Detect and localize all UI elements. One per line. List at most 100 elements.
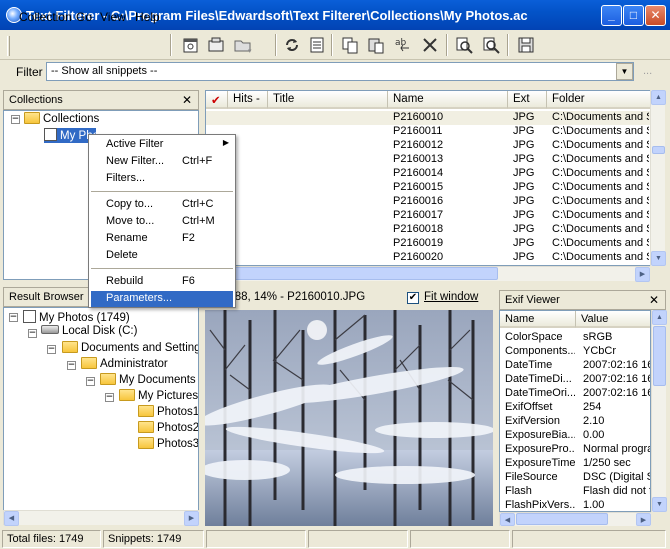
list-item[interactable]: ExposurePro... Normal progra	[500, 443, 650, 457]
exif-column-value[interactable]: Value	[576, 311, 650, 328]
tree-item-local-disk[interactable]: Local Disk (C:)	[41, 325, 137, 337]
table-row[interactable]: P2160010 JPG C:\Documents and Settings	[206, 111, 650, 125]
scroll-right-icon[interactable]: ▶	[636, 513, 651, 526]
table-row[interactable]: P2160020 JPG C:\Documents and Settings	[206, 251, 650, 265]
save-button[interactable]	[515, 34, 537, 56]
column-header-hits[interactable]: Hits -	[228, 91, 268, 109]
menu-go[interactable]: Go	[76, 10, 92, 24]
table-row[interactable]: P2160017 JPG C:\Documents and Settings	[206, 209, 650, 223]
tree-item-my-photos-root[interactable]: My Photos (1749)	[23, 310, 130, 324]
table-row[interactable]: P2160013 JPG C:\Documents and Settings	[206, 153, 650, 167]
tree-item-my-pictures[interactable]: My Pictures	[119, 389, 198, 402]
tree-item-collections[interactable]: Collections	[24, 112, 99, 125]
refresh-button[interactable]	[281, 34, 303, 56]
result-browser-horizontal-scrollbar[interactable]: ◀ ▶	[3, 510, 199, 526]
scroll-left-icon[interactable]: ◀	[4, 511, 19, 526]
menu-help[interactable]: Help	[135, 10, 160, 24]
table-row[interactable]: P2160015 JPG C:\Documents and Settings	[206, 181, 650, 195]
menu-item-new-filter[interactable]: New Filter... Ctrl+F	[91, 154, 233, 170]
close-icon[interactable]: ✕	[182, 93, 192, 107]
list-item[interactable]: ExifVersion 2.10	[500, 415, 650, 429]
minimize-button[interactable]: _	[601, 5, 622, 26]
column-header-title[interactable]: Title	[268, 91, 388, 109]
table-row[interactable]: P2160016 JPG C:\Documents and Settings	[206, 195, 650, 209]
list-item[interactable]: DateTime 2007:02:16 16	[500, 359, 650, 373]
collapse-icon[interactable]: −	[28, 327, 37, 339]
scroll-up-icon[interactable]: ▲	[652, 310, 667, 325]
table-row[interactable]: P2160018 JPG C:\Documents and Settings	[206, 223, 650, 237]
list-item[interactable]: Components... YCbCr	[500, 345, 650, 359]
menu-item-rebuild[interactable]: Rebuild F6	[91, 274, 233, 290]
checklist-button[interactable]	[306, 34, 328, 56]
scroll-thumb[interactable]	[652, 146, 665, 154]
collapse-icon[interactable]: −	[11, 113, 20, 125]
scroll-thumb[interactable]	[516, 513, 608, 525]
copy-button[interactable]	[339, 34, 361, 56]
exif-horizontal-scrollbar[interactable]: ◀ ▶	[499, 512, 651, 526]
exif-vertical-scrollbar[interactable]: ▲ ▼	[651, 310, 667, 512]
list-item[interactable]: DateTimeOri... 2007:02:16 16	[500, 387, 650, 401]
list-item[interactable]: FileSource DSC (Digital S	[500, 471, 650, 485]
column-header-name[interactable]: Name	[388, 91, 508, 109]
menu-item-copy-to[interactable]: Copy to... Ctrl+C	[91, 197, 233, 213]
tree-item-documents-and-settings[interactable]: Documents and Settings	[62, 341, 198, 354]
tree-item-photos1[interactable]: Photos1	[138, 405, 198, 418]
table-row[interactable]: P2160014 JPG C:\Documents and Settings	[206, 167, 650, 181]
open-folder-button[interactable]: ▾	[232, 34, 254, 56]
list-item[interactable]: ExposureTime 1/250 sec	[500, 457, 650, 471]
check-column-header[interactable]: ✔	[206, 91, 228, 109]
scroll-up-icon[interactable]: ▲	[651, 90, 666, 105]
collapse-icon[interactable]: −	[86, 375, 95, 387]
view-image-button[interactable]	[453, 34, 475, 56]
menu-collection[interactable]: Collection	[19, 10, 72, 24]
collapse-icon[interactable]: −	[67, 359, 76, 371]
delete-button[interactable]	[419, 34, 441, 56]
table-row[interactable]: P2160012 JPG C:\Documents and Settings	[206, 139, 650, 153]
chevron-down-icon[interactable]: ▼	[616, 63, 633, 80]
list-item[interactable]: ExifOffset 254	[500, 401, 650, 415]
new-collection-button[interactable]	[180, 34, 202, 56]
close-button[interactable]: ✕	[645, 5, 666, 26]
tree-item-photos2[interactable]: Photos2	[138, 421, 198, 434]
collapse-icon[interactable]: −	[47, 343, 56, 355]
scroll-thumb[interactable]	[226, 267, 498, 280]
tree-item-photos3[interactable]: Photos3	[138, 437, 198, 450]
grid-vertical-scrollbar[interactable]: ▲ ▼	[650, 90, 666, 266]
scroll-left-icon[interactable]: ◀	[500, 513, 515, 526]
filter-select[interactable]: -- Show all snippets --	[46, 62, 634, 81]
list-item[interactable]: DateTimeDi... 2007:02:16 16	[500, 373, 650, 387]
open-collection-button[interactable]	[206, 34, 228, 56]
menu-item-move-to[interactable]: Move to... Ctrl+M	[91, 214, 233, 230]
filter-more-button[interactable]: ...	[643, 65, 652, 77]
list-item[interactable]: ExposureBia... 0.00	[500, 429, 650, 443]
list-item[interactable]: FlashPixVers... 1.00	[500, 499, 650, 511]
menu-view[interactable]: View	[100, 10, 126, 24]
maximize-button[interactable]: □	[623, 5, 644, 26]
grid-horizontal-scrollbar[interactable]: ▶	[205, 266, 650, 282]
scroll-right-icon[interactable]: ▶	[184, 511, 199, 526]
menu-item-delete[interactable]: Delete	[91, 248, 233, 264]
list-item[interactable]: Flash Flash did not f	[500, 485, 650, 499]
menu-item-rename[interactable]: Rename F2	[91, 231, 233, 247]
rename-button[interactable]: ab	[392, 34, 414, 56]
collapse-icon[interactable]: −	[9, 311, 18, 323]
scroll-down-icon[interactable]: ▼	[652, 497, 667, 512]
menu-item-filters[interactable]: Filters...	[91, 171, 233, 187]
menu-item-parameters[interactable]: Parameters...	[91, 291, 233, 307]
search-button[interactable]	[480, 34, 502, 56]
exif-column-name[interactable]: Name	[500, 311, 576, 328]
tree-item-my-documents[interactable]: My Documents	[100, 373, 196, 386]
column-header-folder[interactable]: Folder	[547, 91, 650, 109]
list-item[interactable]: ColorSpace sRGB	[500, 331, 650, 345]
scroll-thumb[interactable]	[653, 326, 666, 386]
tree-item-administrator[interactable]: Administrator	[81, 357, 168, 370]
fit-window-label[interactable]: Fit window	[424, 291, 478, 303]
collapse-icon[interactable]: −	[105, 391, 114, 403]
table-row[interactable]: P2160019 JPG C:\Documents and Settings	[206, 237, 650, 251]
scroll-right-icon[interactable]: ▶	[635, 267, 650, 282]
close-icon[interactable]: ✕	[649, 293, 659, 307]
paste-button[interactable]	[365, 34, 387, 56]
column-header-ext[interactable]: Ext	[508, 91, 547, 109]
fit-window-checkbox[interactable]: ✔	[407, 292, 419, 304]
table-row[interactable]: P2160011 JPG C:\Documents and Settings	[206, 125, 650, 139]
